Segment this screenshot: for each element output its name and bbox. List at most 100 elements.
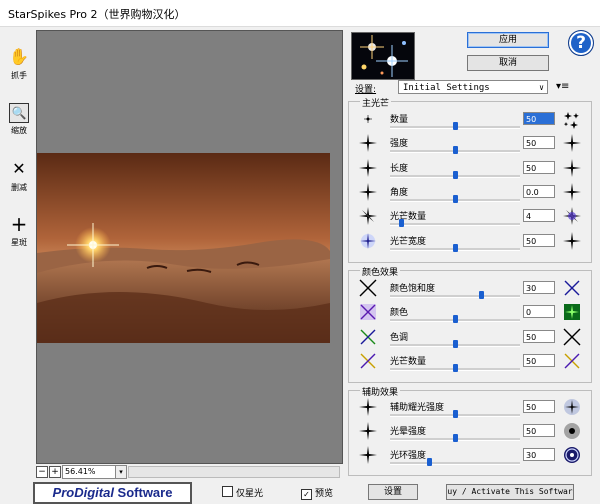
value-field[interactable]: 50 xyxy=(523,160,555,174)
prodigital-logo[interactable]: ProDigital Software xyxy=(33,482,192,504)
slider-row-color-3: 光芒数量 50 xyxy=(360,352,586,376)
slider-thumb[interactable] xyxy=(399,219,405,228)
preview-canvas[interactable] xyxy=(36,30,343,464)
slider-row-main-5: 光芒宽度 50 xyxy=(360,231,586,256)
slider-label: 颜色 xyxy=(390,308,409,319)
settings-label: 设置: xyxy=(355,85,377,95)
logo-software: Software xyxy=(113,485,173,500)
settings-button[interactable]: 设置 xyxy=(368,484,418,500)
settings-menu-icon[interactable]: ▾≡ xyxy=(556,81,569,92)
only-stars-box[interactable] xyxy=(222,486,233,497)
logo-pro: Pro xyxy=(52,485,75,500)
value-field[interactable]: 30 xyxy=(523,448,555,461)
desert-sunset-image xyxy=(37,153,330,343)
spike-preview-icon xyxy=(562,109,582,132)
spike-preview-icon xyxy=(358,445,378,468)
zoom-in-button[interactable]: + xyxy=(49,466,61,478)
spike-preview-icon xyxy=(562,351,582,374)
preview-box[interactable]: ✓ xyxy=(301,489,312,500)
spike-preview-icon xyxy=(562,302,582,325)
magnifier-icon: 🔍 xyxy=(9,103,29,123)
zoom-tool-label: 缩放 xyxy=(11,126,27,135)
slider-thumb[interactable] xyxy=(478,291,484,299)
slider-thumb[interactable] xyxy=(452,339,458,348)
slider-label: 强度 xyxy=(390,139,409,150)
settings-dropdown[interactable]: Initial Settings ∨ xyxy=(398,80,548,94)
value-field[interactable]: 50 xyxy=(523,136,555,150)
apply-button[interactable]: 应用 xyxy=(467,32,549,48)
value-field[interactable]: 50 xyxy=(523,329,555,343)
add-tool[interactable]: + 星斑 xyxy=(5,213,33,248)
spike-preview-icon xyxy=(358,327,378,350)
spike-preview-icon xyxy=(562,445,582,468)
value-field[interactable]: 50 xyxy=(523,233,555,247)
slider-row-color-0: 颜色饱和度 30 xyxy=(359,279,586,303)
zoom-level-field[interactable]: 56.41% xyxy=(62,465,116,479)
cancel-button[interactable]: 取消 xyxy=(467,55,549,71)
slider-thumb[interactable] xyxy=(452,122,458,130)
spike-preview-icon xyxy=(358,158,378,181)
title-bar: StarSpikes Pro 2（世界购物汉化） xyxy=(0,0,600,27)
spike-preview-icon xyxy=(562,231,582,254)
slider-track[interactable] xyxy=(390,295,520,298)
hand-tool[interactable]: ✋ 抓手 xyxy=(5,46,33,81)
only-stars-checkbox[interactable]: 仅星光 xyxy=(222,486,263,499)
preview-checkbox[interactable]: ✓ 预览 xyxy=(301,486,333,500)
logo-digital: Digital xyxy=(74,485,114,500)
spike-preview-icon xyxy=(358,182,378,205)
spike-preview-icon xyxy=(358,351,378,374)
zoom-bar: − + 56.41% ▾ xyxy=(36,465,341,479)
value-field[interactable]: 0 xyxy=(523,305,555,319)
zoom-dropdown[interactable]: ▾ xyxy=(115,465,127,479)
slider-thumb[interactable] xyxy=(452,243,458,252)
activate-button[interactable]: uy / Activate This Softwar xyxy=(446,484,574,500)
add-tool-label: 星斑 xyxy=(11,238,27,247)
slider-thumb[interactable] xyxy=(452,315,458,324)
spike-preview-icon xyxy=(358,133,378,156)
plus-icon: + xyxy=(10,212,28,236)
slider-row-main-0: 数量 50 xyxy=(360,110,586,134)
slider-track[interactable] xyxy=(390,223,520,227)
slider-label: 色调 xyxy=(390,332,409,343)
slider-thumb[interactable] xyxy=(452,194,458,203)
slider-label: 数量 xyxy=(390,115,409,125)
help-button[interactable]: ? xyxy=(568,30,594,56)
slider-row-main-3: 角度 0.0 xyxy=(358,182,586,207)
value-field[interactable]: 30 xyxy=(523,281,555,294)
main-spikes-title: 主光芒 xyxy=(360,96,392,109)
slider-thumb[interactable] xyxy=(452,410,458,418)
slider-track[interactable] xyxy=(390,462,520,465)
slider-row-main-4: 光芒数量 4 xyxy=(359,207,586,231)
spike-preview-icon xyxy=(562,397,582,420)
horizontal-scrollbar[interactable] xyxy=(128,466,340,478)
slider-row-aux-0: 辅助耀光强度 50 xyxy=(358,397,586,422)
zoom-tool[interactable]: 🔍 缩放 xyxy=(5,103,33,136)
value-field[interactable]: 50 xyxy=(523,400,555,413)
delete-tool-label: 删减 xyxy=(11,183,27,192)
value-field[interactable]: 50 xyxy=(523,424,555,437)
settings-dropdown-value: Initial Settings xyxy=(403,83,490,93)
slider-thumb[interactable] xyxy=(452,146,458,155)
slider-thumb[interactable] xyxy=(452,170,458,179)
slider-label: 颜色饱和度 xyxy=(390,284,436,294)
slider-row-main-2: 长度 50 xyxy=(358,158,586,183)
preview-label: 预览 xyxy=(315,489,334,499)
spike-preview-icon xyxy=(562,182,582,205)
spike-preview-icon xyxy=(358,421,378,444)
spike-preview-icon xyxy=(358,397,378,420)
value-field[interactable]: 50 xyxy=(523,353,555,367)
zoom-out-button[interactable]: − xyxy=(36,466,48,478)
value-field[interactable]: 4 xyxy=(523,209,555,223)
slider-thumb[interactable] xyxy=(426,458,432,466)
slider-label: 光芒数量 xyxy=(390,212,427,223)
slider-thumb[interactable] xyxy=(452,363,458,372)
slider-row-main-1: 强度 50 xyxy=(358,133,586,158)
slider-label: 光环强度 xyxy=(390,451,427,461)
delete-tool[interactable]: ✕ 删减 xyxy=(5,158,33,193)
slider-label: 角度 xyxy=(390,187,409,198)
slider-thumb[interactable] xyxy=(452,434,458,442)
value-field[interactable]: 50 xyxy=(523,112,555,125)
slider-row-aux-1: 光晕强度 50 xyxy=(358,421,586,446)
slider-row-color-2: 色调 50 xyxy=(360,328,586,352)
value-field[interactable]: 0.0 xyxy=(523,184,555,198)
